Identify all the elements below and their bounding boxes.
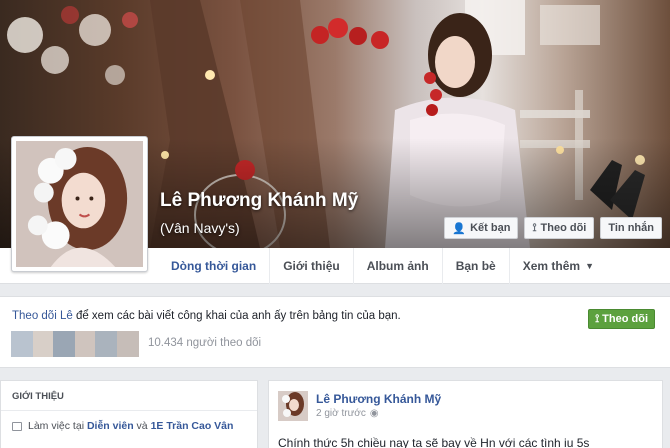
message-label: Tin nhắn [608, 222, 654, 234]
rss-icon: ⟟ [595, 312, 600, 325]
follower-avatars[interactable] [11, 331, 139, 357]
tab-friends[interactable]: Bạn bè [441, 248, 509, 284]
profile-picture-image [16, 141, 143, 267]
add-friend-label: Kết bạn [470, 222, 511, 234]
follow-button[interactable]: ⟟ Theo dõi [588, 309, 655, 329]
follower-avatars-blurred [11, 331, 139, 357]
chevron-down-icon: ▼ [585, 261, 595, 271]
work-prefix: Làm việc tại [28, 420, 87, 432]
follow-cover-label: Theo dõi [540, 222, 587, 234]
follow-cover-button[interactable]: ⟟ Theo dõi [524, 217, 595, 239]
timeline-post: Lê Phương Khánh Mỹ 2 giờ trước ◉ Chính t… [268, 380, 663, 448]
work-place-2[interactable]: 1E Trần Cao Vân [151, 420, 234, 432]
follow-prompt-text: Theo dõi Lê để xem các bài viết công kha… [12, 310, 401, 322]
tab-about-label: Giới thiệu [283, 259, 340, 273]
tab-more[interactable]: Xem thêm ▼ [508, 248, 607, 284]
follower-count[interactable]: 10.434 người theo dõi [148, 337, 261, 349]
profile-name[interactable]: Lê Phương Khánh Mỹ [160, 190, 358, 212]
follow-prompt-rest: để xem các bài viết công khai của anh ấy… [72, 310, 401, 322]
globe-icon: ◉ [369, 408, 379, 419]
profile-alternate-name: (Vân Navy's) [160, 220, 240, 236]
follow-prompt-box: Theo dõi Lê để xem các bài viết công kha… [0, 296, 670, 368]
post-author-name[interactable]: Lê Phương Khánh Mỹ [316, 392, 441, 406]
briefcase-icon [12, 421, 22, 431]
work-place-1[interactable]: Diễn viên [87, 420, 134, 432]
nav-tabs: Dòng thời gian Giới thiệu Album ảnh Bạn … [158, 248, 607, 284]
tab-photos-label: Album ảnh [366, 259, 429, 273]
intro-divider [1, 410, 257, 411]
tab-friends-label: Bạn bè [455, 259, 496, 273]
intro-work-row: Làm việc tại Diễn viên và 1E Trần Cao Vâ… [12, 420, 233, 432]
facebook-profile-page: Lê Phương Khánh Mỹ (Vân Navy's) 👤 Kết bạ… [0, 0, 670, 448]
tab-more-label: Xem thêm [522, 259, 581, 273]
tab-photos[interactable]: Album ảnh [352, 248, 442, 284]
post-timestamp[interactable]: 2 giờ trước ◉ [316, 408, 379, 419]
rss-icon: ⟟ [532, 221, 537, 234]
post-author-avatar[interactable] [278, 391, 308, 421]
tab-about[interactable]: Giới thiệu [269, 248, 353, 284]
add-friend-icon: 👤 [452, 222, 467, 235]
profile-picture[interactable] [11, 136, 148, 272]
tab-timeline[interactable]: Dòng thời gian [158, 248, 269, 284]
follow-button-label: Theo dõi [602, 313, 648, 325]
message-button[interactable]: Tin nhắn [600, 217, 662, 239]
intro-card: Giới thiệu Làm việc tại Diễn viên và 1E … [0, 380, 258, 448]
post-time-text: 2 giờ trước [316, 408, 366, 419]
tab-timeline-label: Dòng thời gian [171, 259, 257, 273]
intro-title: Giới thiệu [12, 391, 64, 402]
post-text: Chính thức 5h chiều nay ta sẽ bay về Hn … [278, 436, 590, 448]
cover-action-buttons: 👤 Kết bạn ⟟ Theo dõi Tin nhắn [444, 217, 662, 239]
work-joiner: và [133, 420, 151, 432]
follow-prompt-link[interactable]: Theo dõi Lê [12, 310, 73, 322]
add-friend-button[interactable]: 👤 Kết bạn [444, 217, 519, 239]
